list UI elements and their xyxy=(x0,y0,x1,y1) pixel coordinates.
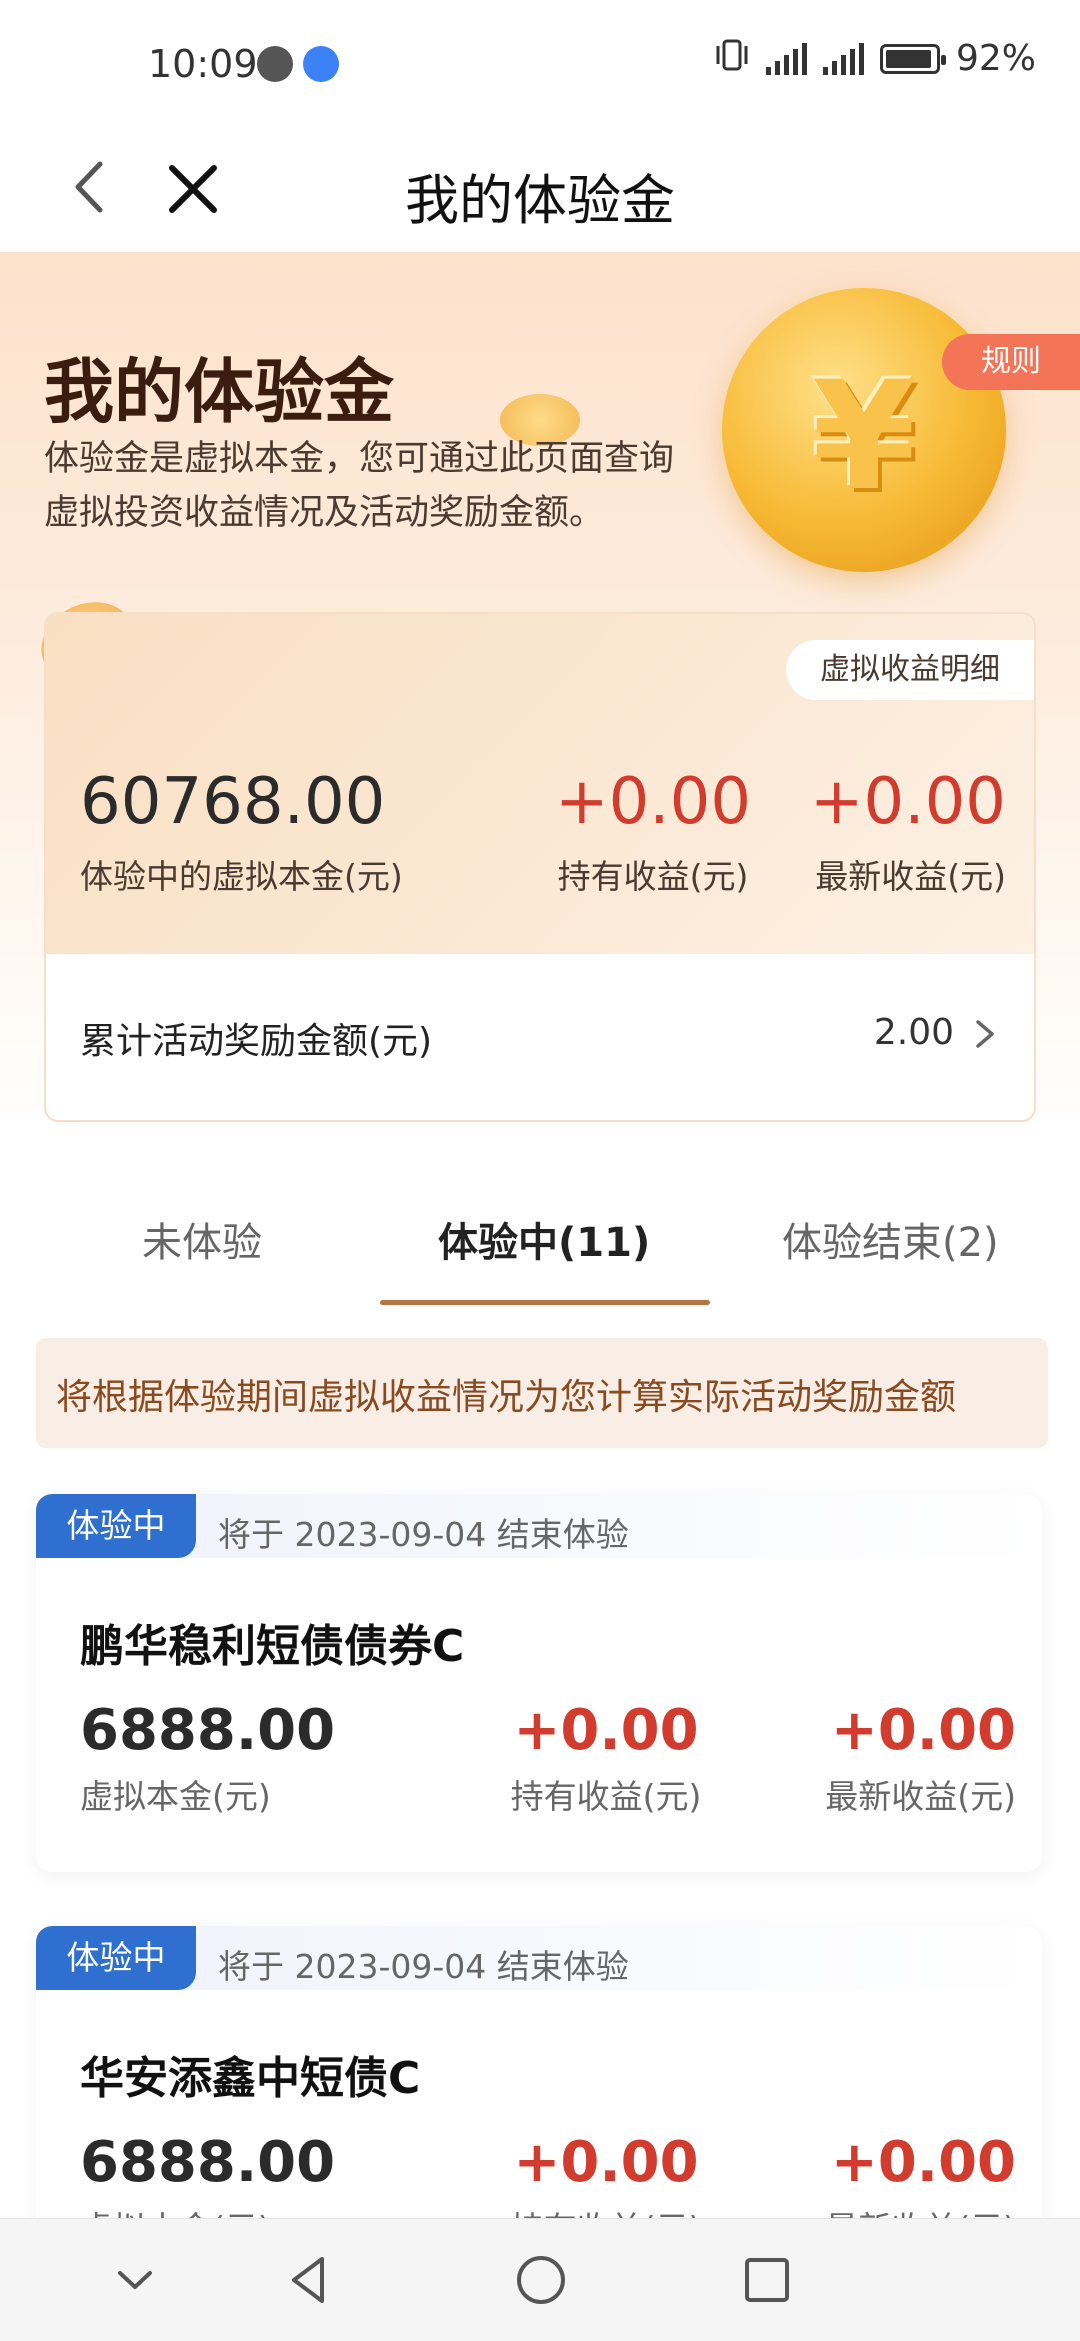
card-hold-value: +0.00 xyxy=(513,2130,699,2195)
fund-name: 鹏华稳利短债债券C xyxy=(80,1621,465,1672)
principal-stat: 60768.00 体验中的虚拟本金(元) xyxy=(80,762,403,898)
latest-income-stat: +0.00 最新收益(元) xyxy=(810,762,1006,898)
latest-income-label: 最新收益(元) xyxy=(815,857,1006,896)
cellular-signal-2-icon xyxy=(822,42,864,75)
tab-experience-ended[interactable]: 体验结束(2) xyxy=(782,1210,999,1268)
cumulative-reward-row[interactable]: 累计活动奖励金额(元) 2.00 xyxy=(46,954,1034,1120)
reward-value: 2.00 xyxy=(873,1012,954,1053)
card-principal-stat: 6888.00 虚拟本金(元) xyxy=(80,1696,335,1818)
status-time: 10:09 xyxy=(148,42,258,86)
card-principal-value: 6888.00 xyxy=(80,1698,336,1763)
summary-top: 虚拟收益明细 60768.00 体验中的虚拟本金(元) +0.00 持有收益(元… xyxy=(46,614,1034,954)
page-title: 我的体验金 xyxy=(405,169,675,232)
browser-notification-icon xyxy=(303,46,339,82)
card-latest-stat: +0.00 最新收益(元) xyxy=(825,1696,1016,1818)
card-header: 体验中 将于 2023-09-04 结束体验 xyxy=(36,1494,1042,1558)
system-recents-button[interactable] xyxy=(736,2249,798,2311)
chevron-down-icon xyxy=(118,2271,152,2289)
card-latest-label: 最新收益(元) xyxy=(825,1777,1016,1816)
card-latest-value: +0.00 xyxy=(830,2130,1016,2195)
principal-value: 60768.00 xyxy=(80,765,386,839)
card-hold-stat: +0.00 持有收益(元) xyxy=(476,1696,736,1818)
vibrate-icon xyxy=(714,38,750,79)
tab-in-experience[interactable]: 体验中(11) xyxy=(438,1210,650,1268)
notice-banner: 将根据体验期间虚拟收益情况为您计算实际活动奖励金额 xyxy=(36,1338,1048,1448)
system-home-button[interactable] xyxy=(510,2249,572,2311)
hold-income-stat: +0.00 持有收益(元) xyxy=(528,762,778,898)
virtual-income-detail-button[interactable]: 虚拟收益明细 xyxy=(786,640,1034,700)
notice-text: 将根据体验期间虚拟收益情况为您计算实际活动奖励金额 xyxy=(56,1377,957,1418)
card-principal-value: 6888.00 xyxy=(80,2130,336,2195)
system-navigation-bar xyxy=(0,2218,1080,2341)
square-recents-icon xyxy=(745,2258,789,2302)
hold-income-label: 持有收益(元) xyxy=(557,857,749,896)
card-principal-label: 虚拟本金(元) xyxy=(80,1777,271,1816)
rules-button[interactable]: 规则 xyxy=(942,334,1080,390)
wechat-notification-icon xyxy=(257,46,293,82)
fund-card[interactable]: 体验中 将于 2023-09-04 结束体验 鹏华稳利短债债券C 6888.00… xyxy=(36,1494,1042,1872)
circle-home-icon xyxy=(517,2256,565,2304)
cellular-signal-1-icon xyxy=(765,42,807,75)
card-hold-value: +0.00 xyxy=(513,1698,699,1763)
end-date-text: 将于 2023-09-04 结束体验 xyxy=(218,1515,629,1554)
principal-label: 体验中的虚拟本金(元) xyxy=(80,857,403,896)
status-bar: 10:09 92% xyxy=(0,0,1080,130)
summary-card: 虚拟收益明细 60768.00 体验中的虚拟本金(元) +0.00 持有收益(元… xyxy=(44,612,1036,1122)
battery-icon xyxy=(879,43,946,74)
fund-name: 华安添鑫中短债C xyxy=(80,2053,421,2104)
active-tab-indicator xyxy=(380,1300,710,1305)
latest-income-value: +0.00 xyxy=(809,765,1006,839)
end-date-text: 将于 2023-09-04 结束体验 xyxy=(218,1947,629,1986)
triangle-back-icon xyxy=(292,2257,324,2303)
card-latest-value: +0.00 xyxy=(830,1698,1016,1763)
status-badge: 体验中 xyxy=(36,1494,196,1558)
card-header: 体验中 将于 2023-09-04 结束体验 xyxy=(36,1926,1042,1990)
card-hold-label: 持有收益(元) xyxy=(510,1777,702,1816)
tab-not-experienced[interactable]: 未体验 xyxy=(142,1210,262,1268)
reward-label: 累计活动奖励金额(元) xyxy=(80,1021,433,1062)
coin-illustration: ¥ xyxy=(722,288,1006,572)
hero-description: 体验金是虚拟本金，您可通过此页面查询虚拟投资收益情况及活动奖励金额。 xyxy=(44,439,675,533)
status-indicators: 92% xyxy=(714,38,1036,79)
hero-title: 我的体验金 xyxy=(44,351,394,433)
battery-percent: 92% xyxy=(955,38,1036,79)
status-badge: 体验中 xyxy=(36,1926,196,1990)
system-back-button[interactable] xyxy=(278,2249,340,2311)
hide-keyboard-button[interactable] xyxy=(104,2249,166,2311)
chevron-right-icon xyxy=(976,1020,994,1048)
top-nav-bar: 我的体验金 xyxy=(0,130,1080,252)
hold-income-value: +0.00 xyxy=(554,765,752,839)
experience-tabs: 未体验 体验中(11) 体验结束(2) xyxy=(0,1170,1080,1310)
